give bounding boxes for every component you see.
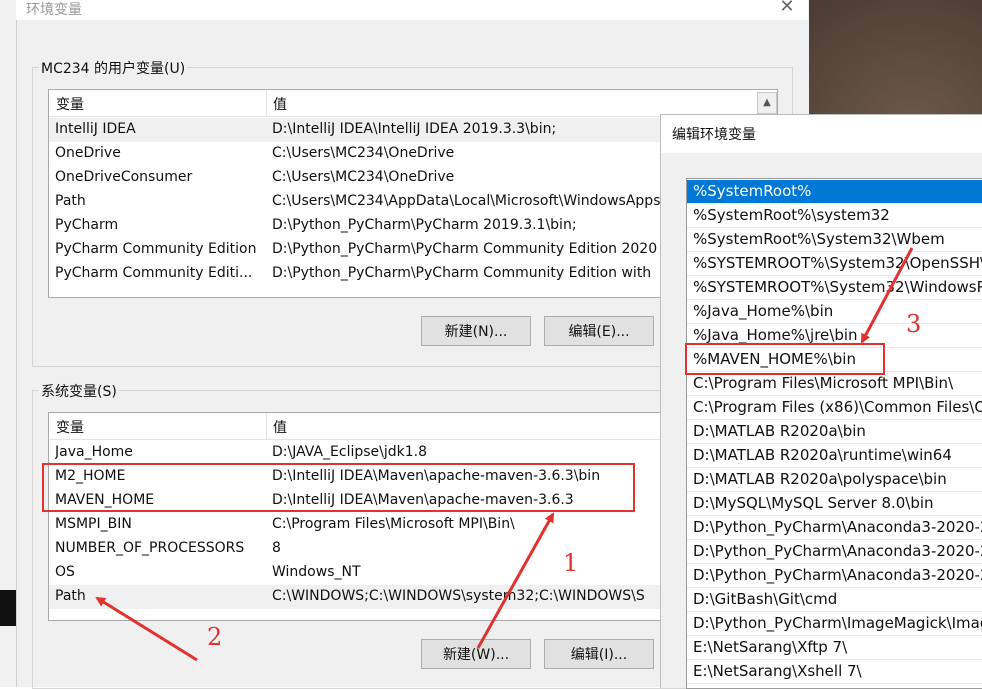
arrow-1 bbox=[476, 512, 555, 649]
annotation-label-2: 2 bbox=[207, 623, 223, 651]
arrow-3 bbox=[860, 247, 914, 344]
annotation-label-3: 3 bbox=[906, 310, 922, 338]
annotation-arrows bbox=[95, 247, 914, 662]
arrow-2 bbox=[95, 596, 198, 662]
annotation-label-1: 1 bbox=[563, 549, 579, 577]
